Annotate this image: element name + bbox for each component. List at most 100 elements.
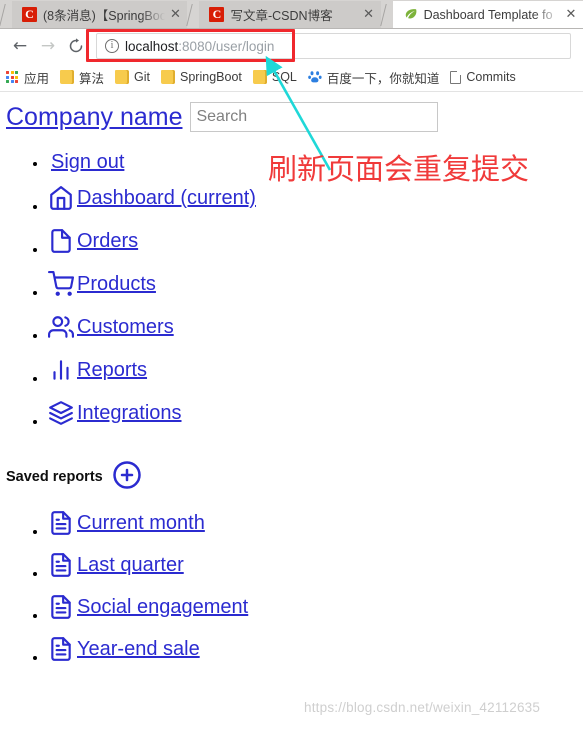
nav-orders[interactable]: Orders bbox=[48, 228, 138, 254]
browser-toolbar: ← → i localhost:8080/user/login bbox=[0, 29, 583, 63]
browser-tab-3[interactable]: Dashboard Template fo ✕ bbox=[392, 1, 583, 28]
list-item: Dashboard (current) bbox=[48, 185, 583, 215]
file-text-icon bbox=[48, 552, 74, 578]
home-icon bbox=[48, 185, 74, 211]
address-bar[interactable]: i localhost:8080/user/login bbox=[96, 33, 571, 59]
folder-icon bbox=[161, 70, 176, 84]
tab-separator bbox=[381, 1, 393, 28]
brand-link[interactable]: Company name bbox=[6, 103, 182, 132]
nav-integrations[interactable]: Integrations bbox=[48, 400, 182, 426]
bar-chart-icon bbox=[48, 357, 74, 383]
tab-strip: C (8条消息)【SpringBoot ✕ C 写文章-CSDN博客 ✕ Das… bbox=[0, 0, 583, 29]
forward-icon: → bbox=[40, 36, 56, 56]
back-icon[interactable]: ← bbox=[6, 32, 34, 60]
main-nav-list: Sign out Dashboard (current) bbox=[0, 152, 583, 430]
saved-report-current-month[interactable]: Current month bbox=[48, 510, 205, 536]
baidu-icon bbox=[308, 70, 322, 84]
page-content: Company name Sign out Dashboard (current… bbox=[0, 93, 583, 731]
apps-grid-icon bbox=[5, 70, 19, 84]
url-path: :8080/user/login bbox=[178, 38, 275, 54]
list-item: Social engagement bbox=[48, 594, 583, 624]
close-icon[interactable]: ✕ bbox=[563, 7, 579, 23]
list-item: Integrations bbox=[48, 400, 583, 430]
bookmark-folder-git[interactable]: Git bbox=[115, 70, 150, 84]
saved-report-label: Current month bbox=[77, 512, 205, 534]
nav-customers[interactable]: Customers bbox=[48, 314, 174, 340]
bookmark-commits[interactable]: Commits bbox=[450, 70, 516, 84]
nav-label: Orders bbox=[77, 230, 139, 252]
site-info-icon[interactable]: i bbox=[105, 39, 119, 53]
folder-icon bbox=[252, 70, 267, 84]
nav-dashboard[interactable]: Dashboard (current) bbox=[48, 185, 256, 211]
bookmark-label: 算法 bbox=[79, 71, 105, 86]
folder-icon bbox=[60, 70, 75, 84]
bookmark-label: 应用 bbox=[24, 71, 50, 86]
list-item: Current month bbox=[48, 510, 583, 540]
list-item: Orders bbox=[48, 228, 583, 258]
bookmark-folder-springboot[interactable]: SpringBoot bbox=[161, 70, 242, 84]
file-text-icon bbox=[48, 594, 74, 620]
bookmark-baidu[interactable]: 百度一下，你就知道 bbox=[308, 68, 440, 87]
nav-reports[interactable]: Reports bbox=[48, 357, 147, 383]
nav-sign-out[interactable]: Sign out bbox=[48, 152, 124, 172]
url-text: localhost:8080/user/login bbox=[125, 39, 274, 54]
list-item: Reports bbox=[48, 357, 583, 387]
list-item: Last quarter bbox=[48, 552, 583, 582]
saved-reports-title: Saved reports bbox=[6, 469, 103, 485]
tab-separator bbox=[0, 1, 12, 28]
users-icon bbox=[48, 314, 74, 340]
search-input[interactable] bbox=[190, 102, 439, 132]
saved-report-social-engagement[interactable]: Social engagement bbox=[48, 594, 248, 620]
file-icon bbox=[48, 228, 74, 254]
url-host: localhost bbox=[125, 38, 179, 54]
reload-icon[interactable] bbox=[62, 32, 90, 60]
nav-label: Reports bbox=[77, 359, 148, 381]
bookmark-apps[interactable]: 应用 bbox=[5, 68, 49, 87]
browser-tab-1[interactable]: C (8条消息)【SpringBoot ✕ bbox=[12, 1, 188, 28]
bookmark-folder-suanfa[interactable]: 算法 bbox=[60, 68, 104, 87]
csdn-icon: C bbox=[209, 7, 225, 22]
nav-label: Dashboard (current) bbox=[77, 187, 256, 209]
close-icon[interactable]: ✕ bbox=[361, 7, 377, 23]
file-text-icon bbox=[48, 636, 74, 662]
bookmark-label: SQL bbox=[271, 70, 297, 84]
close-icon[interactable]: ✕ bbox=[167, 7, 183, 23]
bookmark-label: Git bbox=[134, 70, 151, 84]
site-header: Company name bbox=[0, 93, 583, 132]
list-item: Customers bbox=[48, 314, 583, 344]
spring-leaf-icon bbox=[403, 7, 418, 22]
page-icon bbox=[450, 70, 462, 84]
file-text-icon bbox=[48, 510, 74, 536]
plus-circle-icon[interactable] bbox=[112, 460, 142, 495]
nav-products[interactable]: Products bbox=[48, 271, 156, 297]
csdn-icon: C bbox=[22, 7, 37, 22]
nav-label: Products bbox=[77, 273, 156, 295]
layers-icon bbox=[48, 400, 74, 426]
browser-chrome: C (8条消息)【SpringBoot ✕ C 写文章-CSDN博客 ✕ Das… bbox=[0, 0, 583, 93]
saved-report-label: Social engagement bbox=[77, 596, 249, 618]
folder-icon bbox=[115, 70, 130, 84]
list-item: Products bbox=[48, 271, 583, 301]
bookmark-folder-sql[interactable]: SQL bbox=[252, 70, 297, 84]
saved-reports-header: Saved reports bbox=[6, 460, 583, 494]
bookmark-label: SpringBoot bbox=[180, 70, 242, 84]
saved-report-label: Last quarter bbox=[77, 554, 184, 576]
nav-label: Sign out bbox=[51, 151, 125, 173]
tab-title: Dashboard Template fo bbox=[423, 7, 553, 22]
bookmark-label: Commits bbox=[466, 70, 516, 84]
tab-title: (8条消息)【SpringBoot bbox=[43, 9, 166, 23]
saved-report-year-end-sale[interactable]: Year-end sale bbox=[48, 636, 200, 662]
tab-title: 写文章-CSDN博客 bbox=[230, 9, 333, 23]
shopping-cart-icon bbox=[48, 271, 74, 297]
browser-tab-2[interactable]: C 写文章-CSDN博客 ✕ bbox=[199, 1, 381, 28]
bookmarks-bar: 应用 算法 Git SpringBoot SQL 百度一下，你就知道 Commi… bbox=[0, 63, 583, 92]
saved-report-label: Year-end sale bbox=[77, 638, 200, 660]
tab-separator bbox=[187, 1, 199, 28]
list-item: Year-end sale bbox=[48, 636, 583, 666]
saved-report-last-quarter[interactable]: Last quarter bbox=[48, 552, 184, 578]
list-item: Sign out bbox=[48, 152, 583, 172]
bookmark-label: 百度一下，你就知道 bbox=[326, 71, 440, 86]
saved-reports-list: Current month Last quarter bbox=[0, 510, 583, 666]
nav-label: Customers bbox=[77, 316, 174, 338]
nav-label: Integrations bbox=[77, 402, 182, 424]
